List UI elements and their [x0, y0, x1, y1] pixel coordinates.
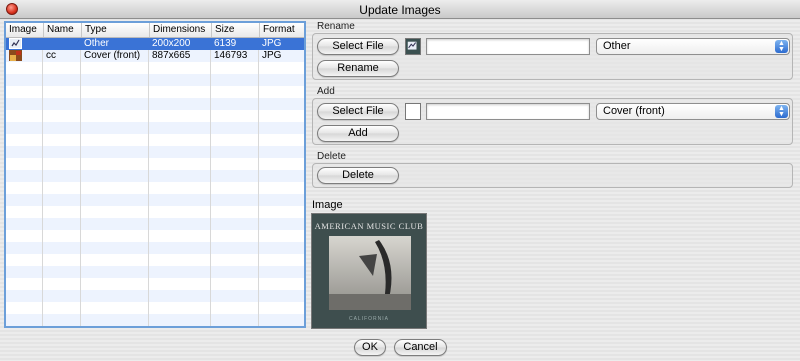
- select-arrows-icon: ▲ ▼: [775, 105, 788, 118]
- add-file-path-field[interactable]: [426, 103, 590, 120]
- rename-image-preview-icon: [405, 38, 421, 55]
- add-type-value: Cover (front): [603, 105, 665, 117]
- rename-type-select[interactable]: Other ▲ ▼: [596, 38, 790, 55]
- cover-subtitle-text: CALIFORNIA: [348, 316, 389, 322]
- image-preview-label: Image: [312, 199, 343, 211]
- add-group-label: Add: [317, 86, 335, 97]
- cell-format: JPG: [262, 38, 282, 49]
- column-header-size[interactable]: Size: [211, 23, 259, 37]
- rename-button[interactable]: Rename: [317, 60, 399, 77]
- cell-type: Cover (front): [84, 50, 141, 61]
- title-bar: Update Images: [0, 0, 800, 19]
- cell-size: 146793: [214, 50, 248, 61]
- cell-dimensions: 887x665: [152, 50, 191, 61]
- cancel-button[interactable]: Cancel: [394, 339, 447, 356]
- column-divider: [210, 38, 211, 326]
- cell-format: JPG: [262, 50, 282, 61]
- column-header-format[interactable]: Format: [259, 23, 304, 37]
- add-button[interactable]: Add: [317, 125, 399, 142]
- column-header-image[interactable]: Image: [6, 23, 43, 37]
- small-image-icon: [407, 41, 417, 50]
- window-title: Update Images: [359, 3, 441, 17]
- rename-group-label: Rename: [317, 21, 355, 32]
- rename-group: Select File Other ▲ ▼ Rename: [312, 33, 793, 80]
- select-arrows-icon: ▲ ▼: [775, 40, 788, 53]
- add-select-file-button[interactable]: Select File: [317, 103, 399, 120]
- delete-button[interactable]: Delete: [317, 167, 399, 184]
- cover-title-text: AMERICAN MUSIC CLUB: [314, 221, 424, 231]
- table-row[interactable]: cc Cover (front) 887x665 146793 JPG: [6, 50, 304, 62]
- column-header-type[interactable]: Type: [81, 23, 149, 37]
- cover-artwork: [329, 236, 411, 310]
- rename-type-value: Other: [603, 40, 631, 52]
- column-divider: [80, 38, 81, 326]
- table-body: Other 200x200 6139 JPG cc Cover (front) …: [6, 38, 304, 326]
- cell-dimensions: 200x200: [152, 38, 191, 49]
- images-table[interactable]: Image Name Type Dimensions Size Format O…: [4, 21, 306, 328]
- delete-group-label: Delete: [317, 151, 346, 162]
- cell-type: Other: [84, 38, 110, 49]
- column-divider: [258, 38, 259, 326]
- add-type-select[interactable]: Cover (front) ▲ ▼: [596, 103, 790, 120]
- cover-photo: [329, 236, 411, 310]
- table-header: Image Name Type Dimensions Size Format: [6, 23, 304, 38]
- image-thumbnail-icon: [9, 50, 22, 61]
- column-divider: [42, 38, 43, 326]
- table-row[interactable]: Other 200x200 6139 JPG: [6, 38, 304, 50]
- image-thumbnail-icon: [9, 38, 22, 49]
- cell-size: 6139: [214, 38, 237, 49]
- add-image-preview-empty: [405, 103, 421, 120]
- cell-name: cc: [46, 50, 56, 61]
- column-header-dimensions[interactable]: Dimensions: [149, 23, 211, 37]
- ok-button[interactable]: OK: [354, 339, 386, 356]
- column-header-name[interactable]: Name: [43, 23, 81, 37]
- delete-group: Delete: [312, 163, 793, 188]
- column-divider: [148, 38, 149, 326]
- image-preview: AMERICAN MUSIC CLUB CALIFORNIA: [311, 213, 427, 329]
- rename-file-path-field[interactable]: [426, 38, 590, 55]
- add-group: Select File Cover (front) ▲ ▼ Add: [312, 98, 793, 145]
- rename-select-file-button[interactable]: Select File: [317, 38, 399, 55]
